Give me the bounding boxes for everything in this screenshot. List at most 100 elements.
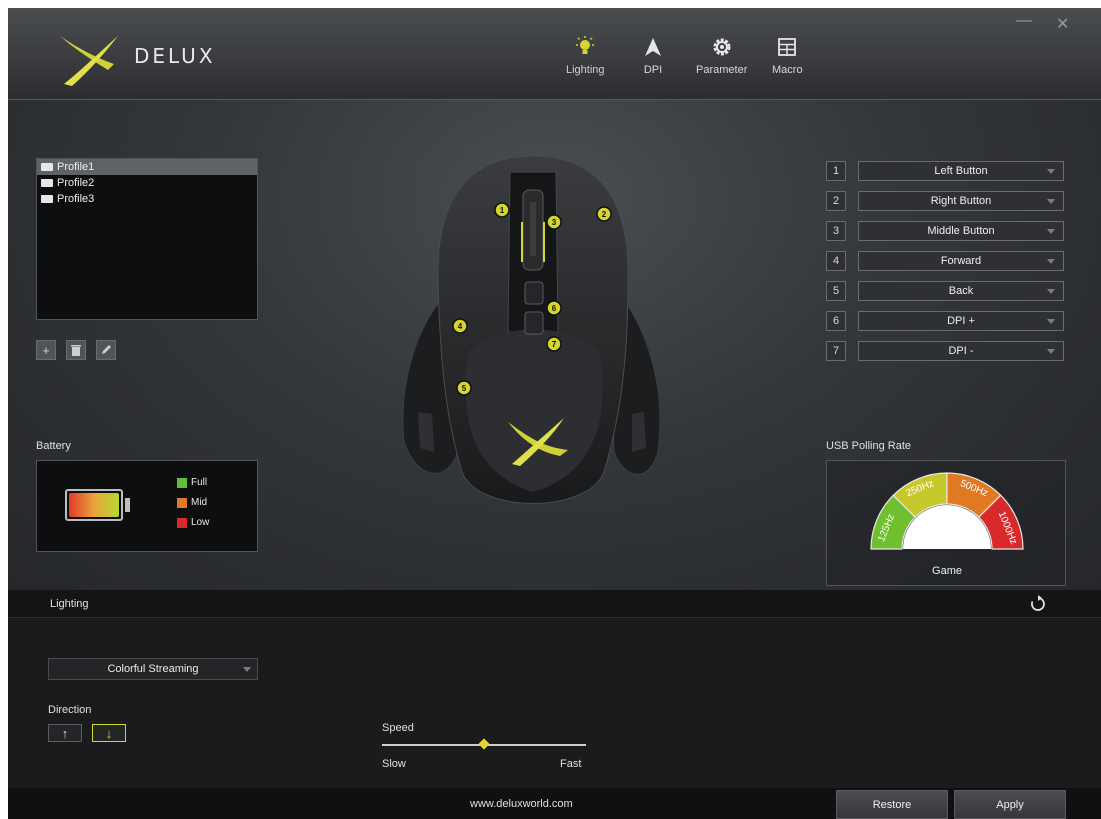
profile-label: Profile3 [57,193,95,205]
delux-logo: DELUX [56,30,236,90]
apply-button[interactable]: Apply [954,790,1066,819]
speed-title: Speed [382,722,414,734]
speed-slider[interactable] [382,738,586,750]
direction-up-button[interactable]: ↑ [48,724,82,742]
add-profile-button[interactable]: + [36,340,56,360]
mapping-select-7[interactable]: DPI - [858,341,1064,361]
mapping-number: 4 [826,251,846,271]
legend-swatch [177,517,187,528]
arrow-up-icon: ↑ [61,725,69,741]
legend-label: Full [191,477,208,488]
pencil-icon [102,345,111,354]
nav-parameter[interactable]: Parameter [696,36,747,76]
chevron-down-icon [1047,199,1055,204]
delete-profile-button[interactable] [66,340,86,360]
mapping-row: 6 DPI + [826,310,1068,332]
profile-item[interactable]: Profile3 [37,191,257,207]
profile-toolbar: + [36,340,116,360]
legend-label: Low [191,517,210,528]
usb-polling-title: USB Polling Rate [826,440,911,452]
mapping-select-2[interactable]: Right Button [858,191,1064,211]
mapping-number: 2 [826,191,846,211]
speed-slow-label: Slow [382,758,406,770]
polling-rate-gauge: 125Hz 250Hz 500Hz 1000Hz [870,472,1024,550]
direction-down-button[interactable]: ↓ [92,724,126,742]
nav-label: Lighting [566,64,605,76]
button-marker-4: 4 [452,318,468,334]
profile-item[interactable]: Profile1 [37,159,257,175]
mapping-select-4[interactable]: Forward [858,251,1064,271]
svg-text:6: 6 [552,304,557,313]
brand-name: DELUX [134,44,216,68]
edit-profile-button[interactable] [96,340,116,360]
mapping-value: DPI + [947,315,975,327]
mapping-value: Right Button [930,195,992,207]
button-marker-5: 5 [456,380,472,396]
mapping-row: 4 Forward [826,250,1068,272]
profile-label: Profile2 [57,177,95,189]
direction-title: Direction [48,704,92,716]
minimize-button[interactable]: — [1016,12,1032,30]
mapping-row: 5 Back [826,280,1068,302]
arrow-icon [645,38,661,56]
usb-polling-panel: 125Hz 250Hz 500Hz 1000Hz Game [826,460,1066,586]
profile-item[interactable]: Profile2 [37,175,257,191]
chevron-down-icon [1047,289,1055,294]
reset-icon[interactable] [1028,594,1048,619]
nav-lighting[interactable]: Lighting [566,36,605,76]
chevron-down-icon [1047,259,1055,264]
chevron-down-icon [1047,169,1055,174]
gear-icon [713,38,731,56]
folder-icon [41,163,53,171]
bulb-icon [576,36,595,54]
chevron-down-icon [1047,229,1055,234]
button-marker-7: 7 [546,336,562,352]
mapping-select-1[interactable]: Left Button [858,161,1064,181]
mapping-select-3[interactable]: Middle Button [858,221,1064,241]
mapping-select-6[interactable]: DPI + [858,311,1064,331]
folder-icon [41,179,53,187]
battery-title: Battery [36,440,71,452]
mapping-number: 3 [826,221,846,241]
mapping-row: 7 DPI - [826,340,1068,362]
logo-x-icon [60,36,118,86]
mapping-number: 6 [826,311,846,331]
folder-icon [41,195,53,203]
svg-text:5: 5 [462,384,467,393]
website-link[interactable]: www.deluxworld.com [470,798,573,810]
mapping-select-5[interactable]: Back [858,281,1064,301]
battery-nub [125,498,130,512]
close-button[interactable]: ✕ [1056,14,1069,34]
restore-button[interactable]: Restore [836,790,948,819]
lighting-effect-select[interactable]: Colorful Streaming [48,658,258,680]
legend-full: Full [177,477,207,488]
legend-low: Low [177,517,209,528]
mapping-row: 3 Middle Button [826,220,1068,242]
arrow-down-icon: ↓ [105,725,113,741]
mapping-value: Left Button [934,165,988,177]
profile-list: Profile1 Profile2 Profile3 [36,158,258,320]
button-mapping: 1 Left Button 2 Right Button 3 Middle Bu… [826,160,1068,370]
speed-fast-label: Fast [560,758,582,770]
mapping-number: 5 [826,281,846,301]
mapping-value: Forward [940,255,982,267]
svg-text:4: 4 [458,322,463,331]
speed-slider-thumb[interactable] [478,738,490,750]
legend-label: Mid [191,497,208,508]
chevron-down-icon [1047,349,1055,354]
battery-icon [65,489,123,521]
lighting-effect-value: Colorful Streaming [107,663,199,675]
nav-dpi[interactable]: DPI [642,36,664,76]
legend-swatch [177,497,187,508]
lighting-section-title: Lighting [50,598,89,610]
lighting-section-header: Lighting [8,590,1101,618]
nav-label: DPI [643,64,663,76]
chevron-down-icon [1047,319,1055,324]
nav-macro[interactable]: Macro [772,36,803,76]
main-panel: Profile1 Profile2 Profile3 + Battery Ful… [8,100,1101,590]
svg-text:7: 7 [552,340,557,349]
button-marker-6: 6 [546,300,562,316]
plus-icon: + [42,342,50,358]
mouse-image: 1 2 3 4 5 6 7 [402,155,661,504]
legend-mid: Mid [177,497,207,508]
